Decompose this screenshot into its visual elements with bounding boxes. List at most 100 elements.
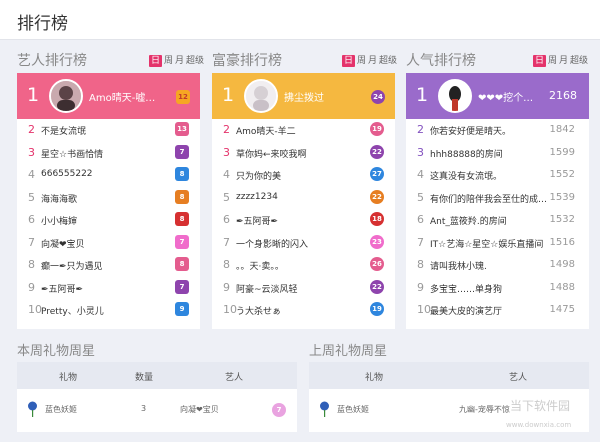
- level-badge-icon: 22: [370, 189, 384, 204]
- gift-name: 蓝色妖姬: [45, 405, 77, 414]
- entry-name: 癫一✒只为遇见: [41, 262, 103, 272]
- entry-name: 草你妈←来咬我啊: [236, 149, 307, 160]
- list-item[interactable]: 3 草你妈←来咬我啊 22: [212, 142, 395, 165]
- entry-name: 小小梅婶: [41, 217, 78, 227]
- table-row[interactable]: 蓝色妖姬 3 向凝❤宝贝 7: [17, 389, 297, 432]
- level-badge-icon: 13: [175, 122, 189, 136]
- top-rank: 1: [416, 84, 429, 106]
- list-item[interactable]: 8 癫一✒只为遇见 8: [17, 254, 200, 277]
- list-item[interactable]: 7 IT☆艺海☆星空☆娱乐直播间 1516: [406, 232, 589, 255]
- popular-period-tabs: 日周月超级: [533, 53, 588, 67]
- tab-super[interactable]: 超级: [379, 56, 397, 66]
- rank-number: 6: [28, 213, 35, 226]
- rank-number: 7: [28, 235, 35, 249]
- col-artist: 艺人: [509, 373, 528, 383]
- tab-super[interactable]: 超级: [570, 56, 588, 66]
- artist-name: 九幽-宠辱不惊: [459, 405, 510, 414]
- last-week-gift-title: 上周礼物周星: [309, 344, 388, 359]
- rank-number: 4: [417, 168, 424, 181]
- list-item[interactable]: 4 只为你的美 27: [212, 164, 395, 187]
- list-item[interactable]: 7 一个身影晰的闪入 23: [212, 232, 395, 255]
- list-item[interactable]: 10 Pretty、小灵儿 9: [17, 299, 200, 322]
- popularity-value: 1552: [549, 169, 575, 180]
- level-badge-icon: 24: [371, 88, 385, 104]
- level-badge-icon: 7: [175, 279, 189, 294]
- level-badge-icon: 8: [175, 212, 189, 226]
- artist-name: 向凝❤宝贝: [180, 405, 219, 414]
- entry-name: IT☆艺海☆星空☆娱乐直播间: [430, 239, 544, 250]
- top-popularity: 2168: [549, 89, 577, 102]
- list-item[interactable]: 5 有你们的陪伴我会至仕的成… 1539: [406, 187, 589, 210]
- popular-board: 1 ❤❤❤挖个… 2168 2 你若安好便是晴天。 1842 3 hhh88888的房间…: [406, 73, 589, 329]
- rank-number: 9: [417, 280, 424, 294]
- watermark-logo: 当下软件园: [510, 399, 571, 413]
- list-item[interactable]: 7 向凝❤宝贝 7: [17, 232, 200, 255]
- list-item[interactable]: 2 不是女流氓 13: [17, 119, 200, 142]
- list-item[interactable]: 8 。。天·卖。。 26: [212, 254, 395, 277]
- popularity-value: 1599: [549, 146, 575, 158]
- popular-top-entry[interactable]: 1 ❤❤❤挖个… 2168: [406, 73, 589, 119]
- rich-rank-list: 2 Amo晴天-羊二 19 3 草你妈←来咬我啊 22 4 只为你的美 27 5 zzzz1234 2…: [212, 119, 395, 322]
- top-name: 拂尘拨过: [284, 93, 324, 104]
- top-rank: 1: [222, 84, 235, 106]
- tab-week[interactable]: 周: [164, 56, 173, 66]
- tab-month[interactable]: 月: [368, 56, 377, 66]
- gift-name: 蓝色妖姬: [337, 405, 369, 414]
- tab-month[interactable]: 月: [559, 56, 568, 66]
- tab-super[interactable]: 超级: [186, 56, 204, 66]
- list-item[interactable]: 2 Amo晴天-羊二 19: [212, 119, 395, 142]
- entry-name: 不是女流氓: [41, 127, 87, 137]
- popularity-value: 1498: [549, 259, 575, 270]
- rank-number: 10: [223, 303, 237, 316]
- level-badge-icon: 7: [175, 144, 189, 159]
- page-title: 排行榜: [17, 14, 68, 34]
- artist-board: 1 Amo晴天-嘘… 12 2 不是女流氓 13 3 星空☆书画恰情 7 4 66655522…: [17, 73, 200, 329]
- tab-week[interactable]: 周: [357, 56, 366, 66]
- list-item[interactable]: 8 请叫我林小瑰. 1498: [406, 254, 589, 277]
- tab-day[interactable]: 日: [149, 55, 163, 67]
- rank-number: 9: [28, 280, 35, 294]
- level-badge-icon: 9: [175, 302, 189, 316]
- level-badge-icon: 7: [272, 403, 286, 417]
- tab-day[interactable]: 日: [342, 55, 356, 67]
- avatar[interactable]: [438, 79, 472, 113]
- entry-name: 星空☆书画恰情: [41, 149, 104, 160]
- rank-number: 3: [417, 145, 424, 159]
- list-item[interactable]: 4 666555222 8: [17, 164, 200, 187]
- list-item[interactable]: 6 Ant_蓝筱羚.的房间 1532: [406, 209, 589, 232]
- col-gift: 礼物: [365, 373, 384, 383]
- list-item[interactable]: 6 ✒五阿哥✒ 18: [212, 209, 395, 232]
- list-item[interactable]: 10 最美大皮的演艺厅 1475: [406, 299, 589, 322]
- popularity-value: 1532: [549, 214, 575, 225]
- list-item[interactable]: 5 zzzz1234 22: [212, 187, 395, 210]
- level-badge-icon: 27: [370, 167, 384, 181]
- tab-week[interactable]: 周: [548, 56, 557, 66]
- entry-name: 多宝宝……单身狗: [430, 284, 503, 295]
- list-item[interactable]: 4 这真没有女流氓。 1552: [406, 164, 589, 187]
- artist-top-entry[interactable]: 1 Amo晴天-嘘… 12: [17, 73, 200, 119]
- level-badge-icon: 7: [175, 234, 189, 249]
- list-item[interactable]: 3 hhh88888的房间 1599: [406, 142, 589, 165]
- list-item[interactable]: 2 你若安好便是晴天。 1842: [406, 119, 589, 142]
- tab-day[interactable]: 日: [533, 55, 547, 67]
- rank-number: 3: [223, 145, 230, 159]
- list-item[interactable]: 5 海海海歌 8: [17, 187, 200, 210]
- list-item[interactable]: 10 う大杀せぁ 19: [212, 299, 395, 322]
- this-week-gift-header: 本周礼物周星: [17, 340, 95, 360]
- avatar[interactable]: [244, 79, 278, 113]
- list-item[interactable]: 9 多宝宝……单身狗 1488: [406, 277, 589, 300]
- rank-number: 5: [223, 190, 230, 204]
- tab-month[interactable]: 月: [175, 56, 184, 66]
- list-item[interactable]: 3 星空☆书画恰情 7: [17, 142, 200, 165]
- entry-name: ✒五阿哥✒: [41, 284, 84, 295]
- list-item[interactable]: 9 ✒五阿哥✒ 7: [17, 277, 200, 300]
- rank-number: 2: [417, 123, 424, 136]
- rich-board: 1 拂尘拨过 24 2 Amo晴天-羊二 19 3 草你妈←来咬我啊 22 4 只为你的美 27…: [212, 73, 395, 329]
- popularity-value: 1488: [549, 281, 575, 293]
- list-item[interactable]: 9 阿豪~云淡风轻 22: [212, 277, 395, 300]
- avatar[interactable]: [49, 79, 83, 113]
- level-badge-icon: 19: [370, 302, 384, 316]
- rank-number: 5: [28, 190, 35, 204]
- list-item[interactable]: 6 小小梅婶 8: [17, 209, 200, 232]
- rich-top-entry[interactable]: 1 拂尘拨过 24: [212, 73, 395, 119]
